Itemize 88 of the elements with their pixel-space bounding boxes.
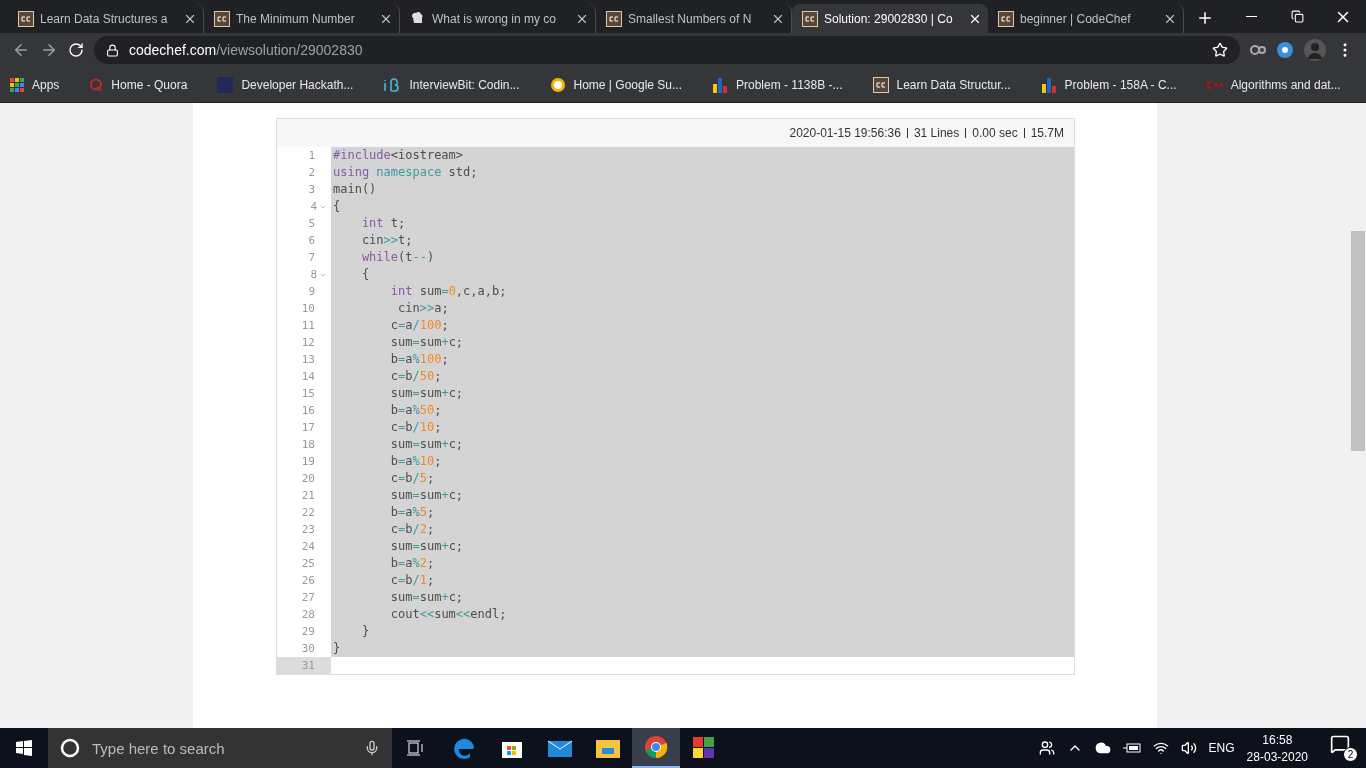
site-icon <box>998 10 1014 27</box>
site-icon <box>872 76 889 93</box>
language-indicator[interactable]: ENG <box>1208 741 1235 755</box>
line-number: 4 <box>310 199 317 215</box>
quora-icon <box>89 77 104 92</box>
line-number: 2 <box>308 165 315 181</box>
bookmark-item[interactable]: Problem - 158A - C... <box>1040 76 1191 93</box>
bookmark-item[interactable]: Developer Hackath... <box>217 76 368 93</box>
meta-text: 2020-01-15 19:56:36 <box>789 126 901 140</box>
cortana-icon <box>60 738 80 758</box>
cpp-icon <box>1206 79 1223 90</box>
battery-icon[interactable] <box>1122 742 1141 754</box>
extension-icon[interactable] <box>1250 43 1266 57</box>
bookmark-item[interactable]: Apps <box>10 77 74 92</box>
line-number: 23 <box>301 522 315 538</box>
bookmark-item[interactable]: InterviewBit: Codin... <box>383 77 534 92</box>
extension-icon[interactable] <box>1276 41 1294 59</box>
line-number: 25 <box>301 556 315 572</box>
sun-icon <box>549 76 566 93</box>
notification-count: 2 <box>1343 747 1358 762</box>
microphone-icon[interactable] <box>364 740 380 756</box>
bookmark-item[interactable]: Home | Google Su... <box>549 76 696 93</box>
browser-tab[interactable]: Solution: 29002830 | Co <box>792 4 988 33</box>
lock-icon <box>106 43 119 57</box>
line-number: 12 <box>301 335 315 351</box>
site-icon <box>18 10 34 27</box>
bar-chart-icon <box>712 76 728 93</box>
site-icon <box>606 10 622 27</box>
address-bar[interactable]: codechef.com/viewsolution/29002830 <box>94 36 1240 64</box>
line-number: 10 <box>301 301 315 317</box>
line-number: 18 <box>301 437 315 453</box>
bookmark-item[interactable]: Learn Data Structur... <box>872 76 1025 93</box>
restore-icon <box>1290 10 1304 23</box>
scrollbar-thumb[interactable] <box>1351 231 1365 451</box>
notifications-button[interactable]: 2 <box>1330 734 1358 762</box>
url-text: codechef.com/viewsolution/29002830 <box>129 42 364 58</box>
minimize-icon <box>1245 16 1257 17</box>
line-number: 17 <box>301 420 315 436</box>
line-number: 21 <box>301 488 315 504</box>
site-icon <box>802 10 818 27</box>
line-number: 14 <box>301 369 315 385</box>
bookmark-item[interactable]: Home - Quora <box>89 77 202 92</box>
line-number: 27 <box>301 590 315 606</box>
search-bar[interactable]: Type here to search <box>48 728 392 768</box>
people-icon[interactable] <box>1038 740 1055 756</box>
meta-text: 0.00 sec <box>972 126 1018 140</box>
line-number: 26 <box>301 573 315 589</box>
line-number: 5 <box>308 216 315 232</box>
line-number: 22 <box>301 505 315 521</box>
line-number: 20 <box>301 471 315 487</box>
windows-icon <box>16 740 32 756</box>
line-number: 11 <box>301 318 315 334</box>
new-tab-icon[interactable] <box>1196 9 1214 27</box>
interviewbit-icon <box>383 77 402 92</box>
line-number: 28 <box>301 607 315 623</box>
volume-icon[interactable] <box>1180 740 1197 756</box>
line-number: 9 <box>308 284 315 300</box>
meta-text: 15.7M <box>1030 126 1064 140</box>
line-number: 15 <box>301 386 315 402</box>
line-number: 6 <box>308 233 315 249</box>
line-number: 29 <box>301 624 315 640</box>
notifications-icon <box>1330 734 1350 754</box>
chrome-icon[interactable] <box>632 728 680 768</box>
line-number: 3 <box>308 182 315 198</box>
back-icon[interactable] <box>12 41 30 59</box>
line-number: 13 <box>301 352 315 368</box>
bookmark-item[interactable]: Algorithms and dat... <box>1206 77 1355 92</box>
forward-icon[interactable] <box>40 41 58 59</box>
bookmark-item[interactable]: Problem - 1138B -... <box>712 76 857 93</box>
apps-grid-icon <box>10 77 24 92</box>
line-number: 16 <box>301 403 315 419</box>
site-icon <box>217 76 234 93</box>
reload-icon[interactable] <box>68 42 84 58</box>
line-number: 8 <box>310 267 317 283</box>
clock[interactable]: 16:58 28-03-2020 <box>1246 732 1308 764</box>
bookmark-star-icon[interactable] <box>1212 42 1228 58</box>
line-number: 19 <box>301 454 315 470</box>
site-icon <box>214 10 230 27</box>
search-field[interactable]: Type here to search <box>90 738 354 758</box>
line-number: 31 <box>301 658 315 674</box>
bar-chart-icon <box>1040 76 1057 93</box>
line-number: 1 <box>308 148 315 164</box>
meta-text: 31 Lines <box>913 126 960 140</box>
wifi-icon[interactable] <box>1152 740 1169 756</box>
line-number: 30 <box>301 641 315 657</box>
line-number: 7 <box>308 250 315 266</box>
cloud-icon[interactable] <box>1094 740 1111 756</box>
line-number: 24 <box>301 539 315 555</box>
